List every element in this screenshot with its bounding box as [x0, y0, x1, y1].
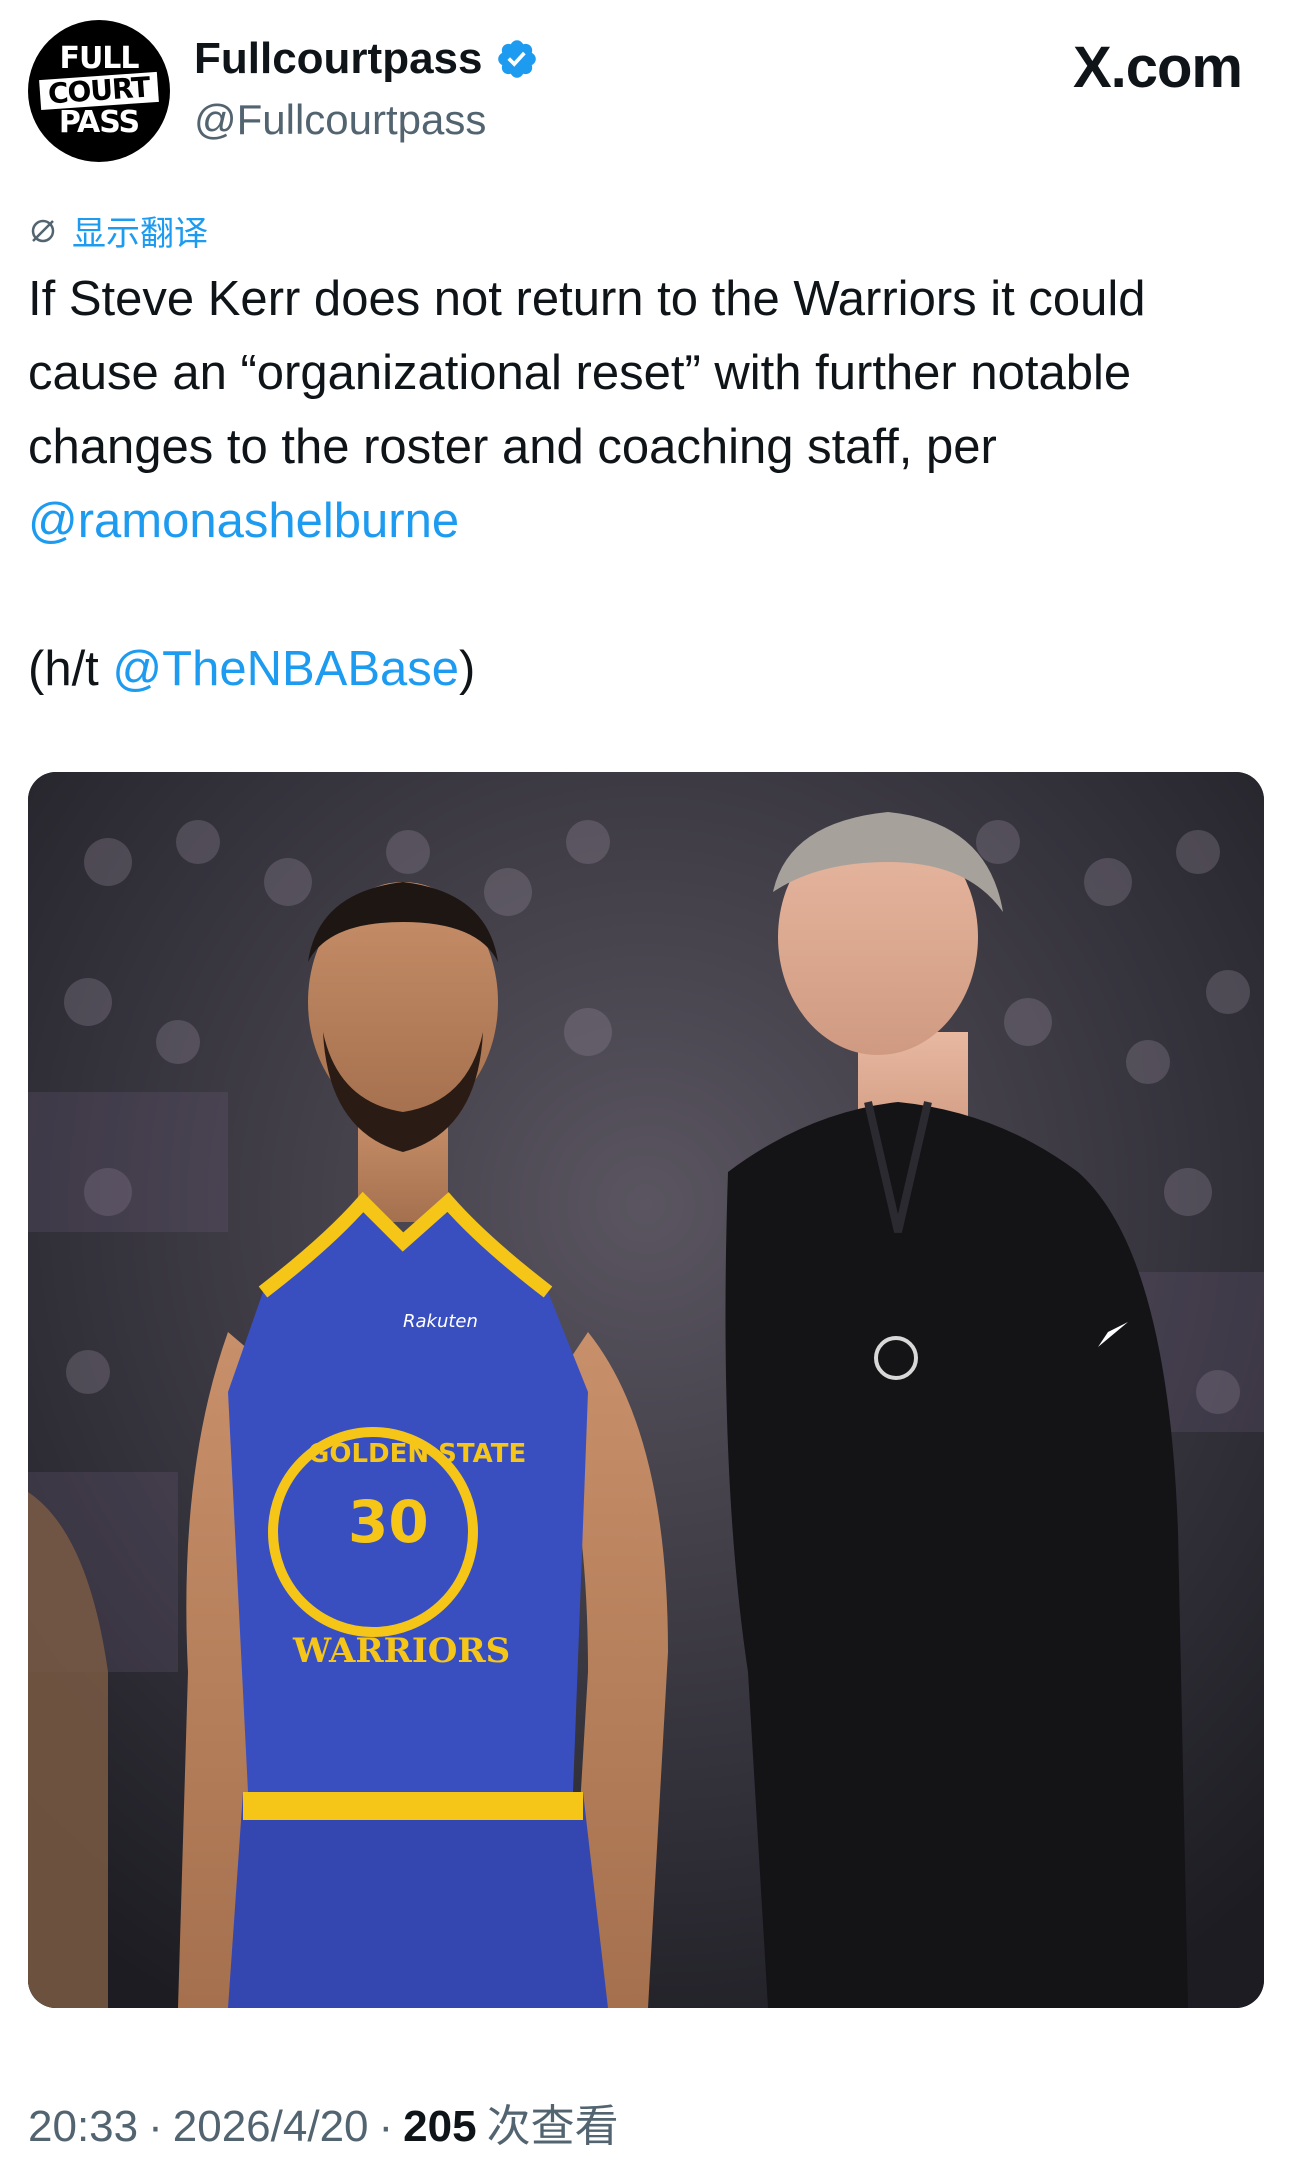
views-count: 205	[403, 2102, 477, 2151]
tweet-card: FULL COURT PASS Fullcourtpass @Fullcourt…	[0, 0, 1290, 2168]
avatar-text-line3: PASS	[58, 105, 140, 140]
verified-badge-icon	[497, 40, 536, 78]
translate-icon	[31, 219, 55, 242]
hat-tip-prefix: (h/t	[28, 642, 113, 696]
avatar-text-line2: COURT	[39, 71, 159, 111]
display-name-text: Fullcourtpass	[194, 34, 483, 83]
tweet-body: If Steve Kerr does not return to the War…	[28, 272, 1146, 474]
mention-link[interactable]: @ramonashelburne	[28, 494, 459, 548]
tweet-paragraph-2: (h/t @TheNBABase)	[28, 632, 1258, 706]
separator: ·	[378, 2102, 394, 2151]
jersey-number: 30	[348, 1488, 429, 1556]
jersey-sponsor: Rakuten	[403, 1311, 478, 1332]
tweet-photo[interactable]: GOLDEN STATE 30 WARRIORS Rakuten	[28, 772, 1264, 2008]
user-handle[interactable]: @Fullcourtpass	[194, 96, 486, 144]
photo-illustration: GOLDEN STATE 30 WARRIORS Rakuten	[28, 772, 1264, 2008]
translate-label: 显示翻译	[72, 215, 208, 253]
mention-link[interactable]: @TheNBABase	[112, 642, 459, 696]
display-name[interactable]: Fullcourtpass	[194, 34, 539, 84]
tweet-time[interactable]: 20:33	[28, 2102, 138, 2152]
hat-tip-suffix: )	[459, 642, 476, 696]
separator: ·	[148, 2102, 163, 2151]
show-translation-link[interactable]: 显示翻译	[28, 206, 208, 255]
jersey-team: WARRIORS	[292, 1631, 510, 1671]
views-label: 次查看	[486, 2102, 619, 2151]
avatar-text-line1: FULL	[59, 41, 139, 76]
avatar[interactable]: FULL COURT PASS	[28, 20, 170, 162]
tweet-metadata: 20:33 · 2026/4/20 · 205 次查看	[28, 2090, 619, 2154]
tweet-text: If Steve Kerr does not return to the War…	[28, 262, 1258, 706]
tweet-paragraph-1: If Steve Kerr does not return to the War…	[28, 262, 1258, 558]
tweet-date[interactable]: 2026/4/20	[173, 2102, 369, 2152]
brand-logo: X.com	[1072, 35, 1243, 100]
jersey-text: GOLDEN STATE	[308, 1439, 526, 1469]
